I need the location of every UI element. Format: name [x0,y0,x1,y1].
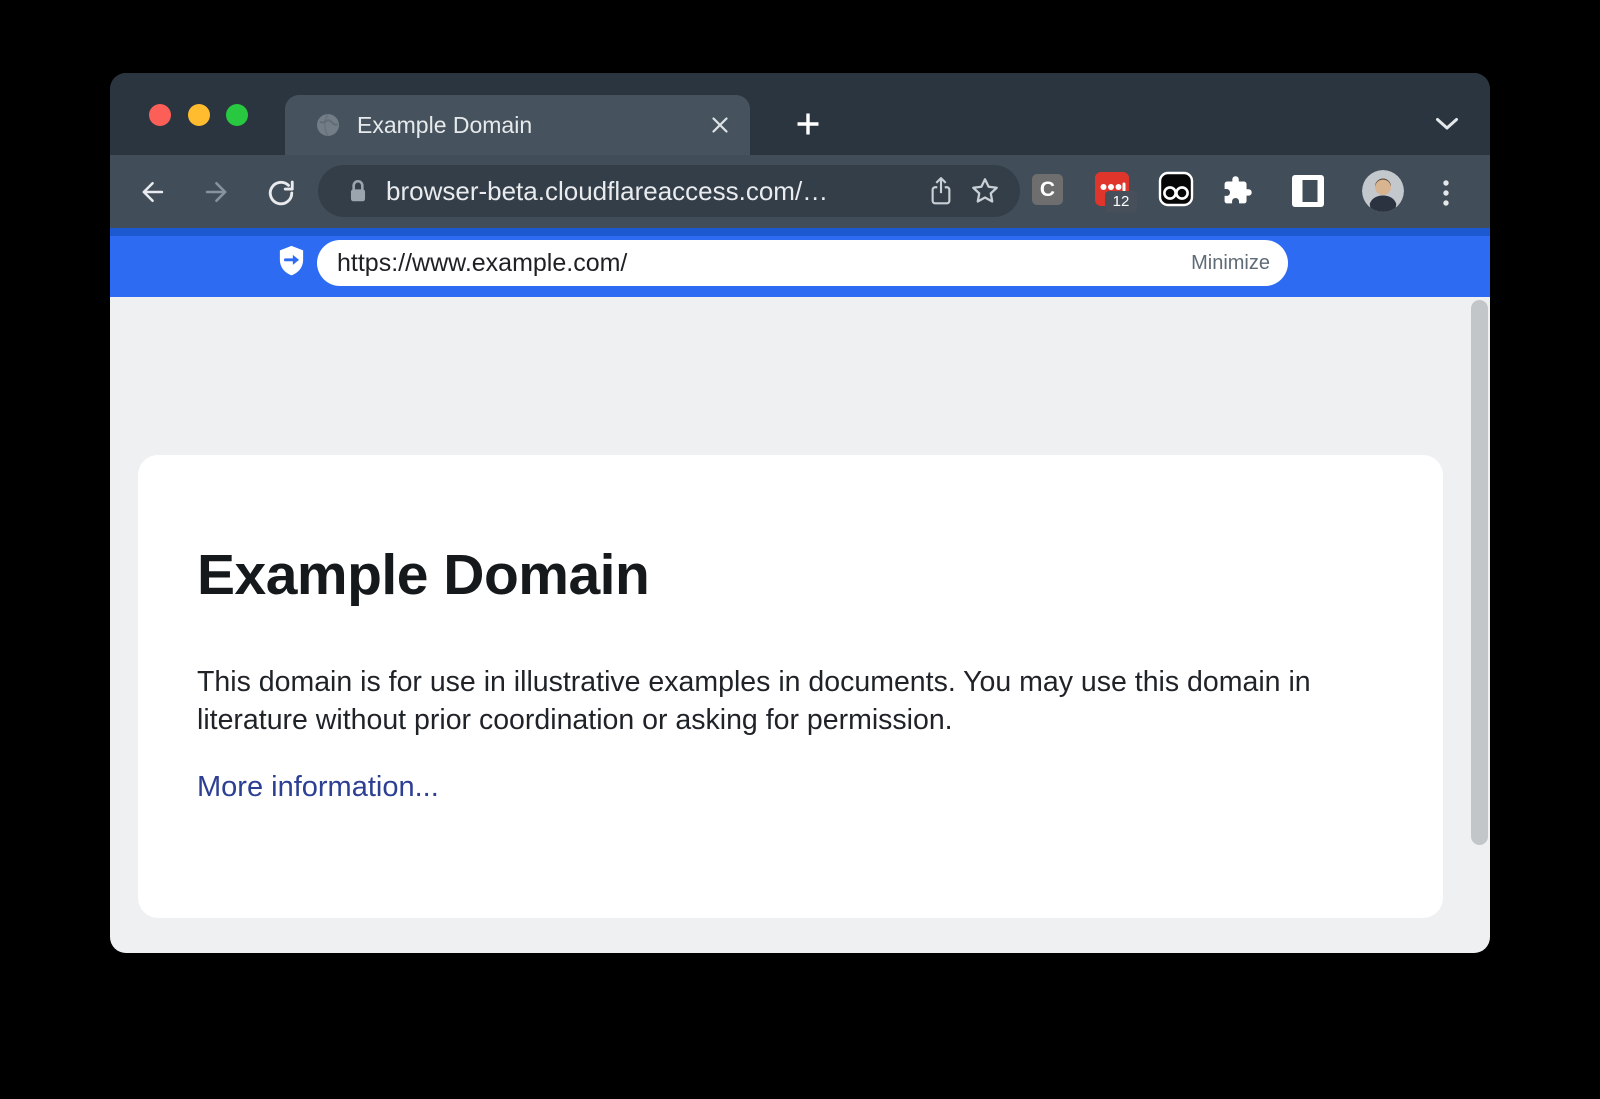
browser-window: Example Domain [110,73,1490,953]
forward-button[interactable] [203,178,231,206]
bookmark-star-icon[interactable] [970,176,1000,206]
close-window-button[interactable] [149,104,171,126]
more-information-link[interactable]: More information... [197,771,439,804]
scrollbar-thumb[interactable] [1471,300,1488,845]
new-tab-button[interactable] [793,109,823,139]
toolbar: browser-beta.cloudflareaccess.com/… C [110,155,1490,228]
reload-button[interactable] [266,178,296,208]
isolated-url-input[interactable] [335,248,1179,279]
page-heading: Example Domain [197,543,649,609]
minimize-banner-button[interactable]: Minimize [1191,252,1270,275]
web-page-content: Example Domain This domain is for use in… [110,297,1490,953]
tab-close-icon[interactable] [710,115,730,135]
extensions-puzzle-icon[interactable] [1222,175,1253,206]
extension-badge-count: 12 [1105,191,1137,212]
shield-icon [278,245,305,276]
tab-example-domain[interactable]: Example Domain [285,95,750,155]
content-card: Example Domain This domain is for use in… [138,455,1443,918]
password-manager-extension-icon[interactable]: 12 [1095,172,1129,206]
address-url-text[interactable]: browser-beta.cloudflareaccess.com/… [386,176,912,207]
isolation-banner: Minimize [110,228,1490,297]
globe-favicon-icon [315,112,341,138]
extension-c-icon[interactable]: C [1032,174,1063,205]
share-icon[interactable] [928,176,954,206]
back-button[interactable] [138,178,166,206]
tab-title: Example Domain [357,112,532,139]
address-bar[interactable]: browser-beta.cloudflareaccess.com/… [318,165,1020,217]
maximize-window-button[interactable] [226,104,248,126]
chevron-down-icon[interactable] [1434,116,1460,132]
goggles-extension-icon[interactable] [1158,171,1194,207]
lock-icon [348,178,368,204]
isolated-url-bar[interactable]: Minimize [317,240,1288,286]
side-panel-icon[interactable] [1291,174,1325,208]
profile-avatar[interactable] [1362,170,1404,212]
minimize-window-button[interactable] [188,104,210,126]
page-paragraph: This domain is for use in illustrative e… [197,663,1347,739]
tab-strip: Example Domain [110,73,1490,155]
browser-menu-kebab-icon[interactable] [1442,179,1450,207]
